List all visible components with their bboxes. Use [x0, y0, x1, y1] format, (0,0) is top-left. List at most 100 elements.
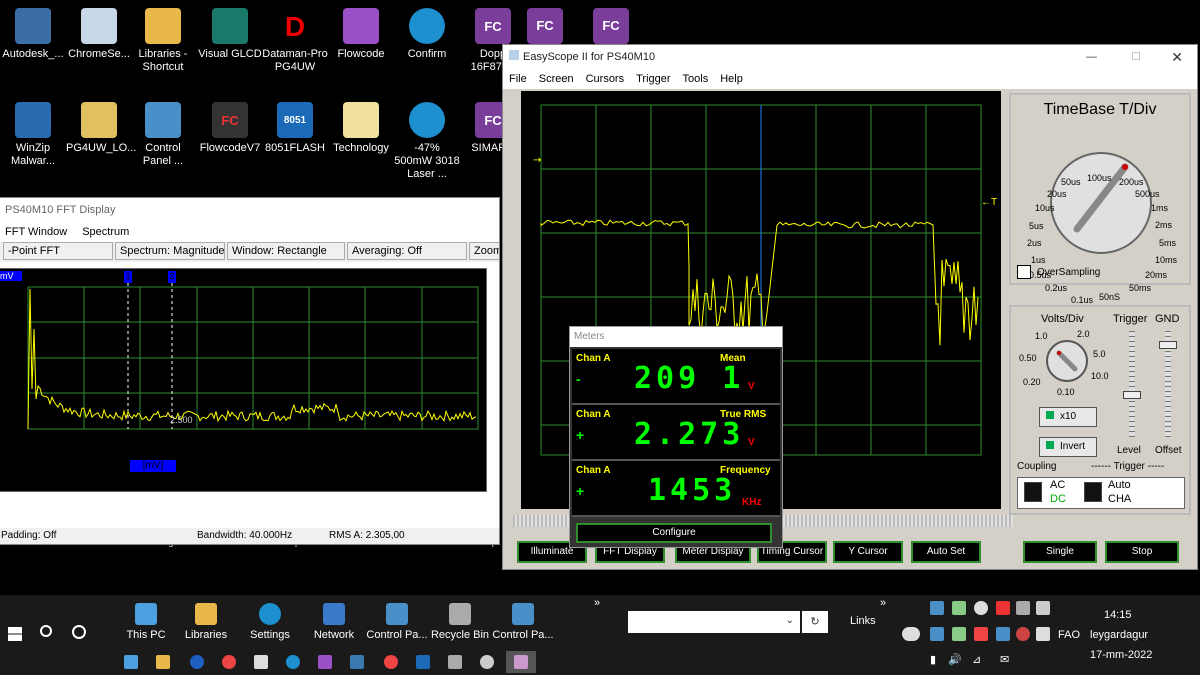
desktop-icon-flowcode[interactable]: Flowcode	[328, 8, 394, 61]
cortana-icon[interactable]	[72, 625, 86, 639]
meters-window[interactable]: Meters Chan A Mean - 209 1 V Chan A True…	[569, 326, 783, 548]
onedrive-icon[interactable]	[902, 627, 920, 641]
desktop-icon-visual-glcd[interactable]: Visual GLCD	[197, 8, 263, 61]
menu-trigger[interactable]: Trigger	[636, 73, 670, 85]
single-button[interactable]: Single	[1023, 541, 1097, 563]
y-cursor-button[interactable]: Y Cursor	[833, 541, 903, 563]
desktop-icon-dataman[interactable]: D Dataman-Pro PG4UW	[262, 8, 328, 74]
fft-point-select[interactable]: -Point FFT	[3, 242, 113, 260]
menu-screen[interactable]: Screen	[539, 73, 574, 85]
desktop-icon-control-panel[interactable]: Control Panel ...	[130, 102, 196, 168]
averaging-select[interactable]: Averaging: Off	[347, 242, 467, 260]
window-select[interactable]: Window: Rectangle	[227, 242, 345, 260]
clock-date[interactable]: 17-mm-2022	[1090, 649, 1152, 661]
pinned-icon[interactable]	[448, 655, 462, 669]
coupling-toggle[interactable]	[1024, 482, 1042, 502]
tray-icon[interactable]	[952, 627, 966, 641]
pinned-settings-icon[interactable]	[480, 655, 494, 669]
minimize-icon[interactable]: —	[1086, 45, 1097, 69]
configure-button[interactable]: Configure	[576, 523, 772, 543]
battery-icon[interactable]: ▮	[930, 653, 936, 666]
desktop-icon-technology[interactable]: Technology	[328, 102, 394, 155]
chevron-down-icon[interactable]: ⌄	[786, 615, 794, 626]
pinned-edge-icon[interactable]	[286, 655, 300, 669]
maximize-icon[interactable]: ☐	[1131, 45, 1141, 69]
tray-icon[interactable]	[1036, 601, 1050, 615]
menu-fft-window[interactable]: FFT Window	[5, 226, 67, 238]
desktop-icon-flowcodev7[interactable]: FC FlowcodeV7	[197, 102, 263, 155]
tray-icon[interactable]	[952, 601, 966, 615]
trigger-level-slider[interactable]	[1123, 391, 1141, 399]
taskbar-control-panel-2[interactable]: Control Pa...	[492, 603, 554, 641]
taskbar-control-panel[interactable]: Control Pa...	[366, 603, 428, 641]
tray-icon[interactable]	[974, 601, 988, 615]
taskbar-network[interactable]: Network	[310, 603, 358, 641]
close-icon[interactable]: ✕	[1171, 45, 1183, 69]
spectrum-mode-select[interactable]: Spectrum: Magnitude	[115, 242, 225, 260]
notification-icon[interactable]: ✉	[1000, 653, 1009, 666]
input-language[interactable]: FAO	[1058, 629, 1080, 641]
pinned-ie-icon[interactable]	[190, 655, 204, 669]
menu-spectrum[interactable]: Spectrum	[82, 226, 129, 238]
windows-start-icon[interactable]	[8, 627, 22, 641]
pinned-icon[interactable]	[124, 655, 138, 669]
menu-help[interactable]: Help	[720, 73, 743, 85]
pinned-icon[interactable]	[416, 655, 430, 669]
fc-icon[interactable]: FC	[593, 8, 629, 44]
address-input[interactable]: ⌄	[628, 611, 800, 633]
zoom-select[interactable]: Zoom:	[469, 242, 499, 260]
offset-slider[interactable]	[1159, 341, 1177, 349]
search-icon[interactable]	[40, 625, 52, 637]
desktop-icon-8051flash[interactable]: 8051 8051FLASH	[262, 102, 328, 155]
trigger-level-track[interactable]	[1129, 331, 1135, 437]
taskbar-settings[interactable]: Settings	[246, 603, 294, 641]
desktop-icon-libraries[interactable]: Libraries - Shortcut	[130, 8, 196, 74]
tray-icon[interactable]	[930, 601, 944, 615]
pinned-icon[interactable]	[350, 655, 364, 669]
wifi-icon[interactable]: ⊿	[972, 653, 981, 666]
menu-tools[interactable]: Tools	[683, 73, 709, 85]
links-toolbar[interactable]: Links	[850, 615, 876, 627]
oversampling-checkbox[interactable]	[1017, 265, 1031, 279]
pinned-flowcode-icon[interactable]	[318, 655, 332, 669]
desktop-icon-autodesk[interactable]: Autodesk_...	[0, 8, 66, 61]
pinned-store-icon[interactable]	[254, 655, 268, 669]
pinned-chrome-icon[interactable]	[384, 655, 398, 669]
tray-icon[interactable]	[1016, 601, 1030, 615]
taskbar-this-pc[interactable]: This PC	[122, 603, 170, 641]
desktop-icon-confirm[interactable]: Confirm	[394, 8, 460, 61]
tray-icon[interactable]	[974, 627, 988, 641]
taskbar-recycle-bin[interactable]: Recycle Bin	[430, 603, 490, 641]
tray-icon[interactable]	[996, 601, 1010, 615]
pinned-chrome-icon[interactable]	[222, 655, 236, 669]
desktop-icon-winzip[interactable]: WinZip Malwar...	[0, 102, 66, 168]
clock-time[interactable]: 14:15	[1104, 609, 1132, 621]
trigger-source-toggle[interactable]	[1084, 482, 1102, 502]
desktop-icon-pg4uw[interactable]: PG4UW_LO...	[66, 102, 136, 155]
fft-title: PS40M10 FFT Display	[0, 198, 499, 222]
recycle-bin-icon	[449, 603, 471, 625]
x10-button[interactable]: x10	[1039, 407, 1097, 427]
auto-set-button[interactable]: Auto Set	[911, 541, 981, 563]
fft-window[interactable]: PS40M10 FFT Display FFT Window Spectrum …	[0, 197, 500, 545]
tray-icon[interactable]	[930, 627, 944, 641]
menu-cursors[interactable]: Cursors	[586, 73, 625, 85]
taskbar-libraries[interactable]: Libraries	[182, 603, 230, 641]
x10-led	[1046, 411, 1054, 419]
pinned-folder-icon[interactable]	[156, 655, 170, 669]
stop-button[interactable]: Stop	[1105, 541, 1179, 563]
fc-icon[interactable]: FC	[527, 8, 563, 44]
pinned-scope-active[interactable]	[506, 651, 536, 673]
invert-button[interactable]: Invert	[1039, 437, 1097, 457]
menu-file[interactable]: File	[509, 73, 527, 85]
fft-plot[interactable]: mV 43 22 0 1 2 2.500 0 Hz 20.000 Hz 40.0…	[0, 268, 487, 492]
desktop-icon-laser[interactable]: -47% 500mW 3018 Laser ...	[394, 102, 460, 181]
volume-icon[interactable]: 🔊	[948, 653, 962, 666]
refresh-icon[interactable]: ↻	[802, 611, 828, 633]
links-chevron[interactable]: »	[880, 597, 886, 609]
tray-icon[interactable]	[996, 627, 1010, 641]
desktop-icon-chromesetup[interactable]: ChromeSe...	[66, 8, 132, 61]
tray-icon[interactable]	[1016, 627, 1030, 641]
toolbar-chevron[interactable]: »	[594, 597, 600, 609]
tray-icon[interactable]	[1036, 627, 1050, 641]
